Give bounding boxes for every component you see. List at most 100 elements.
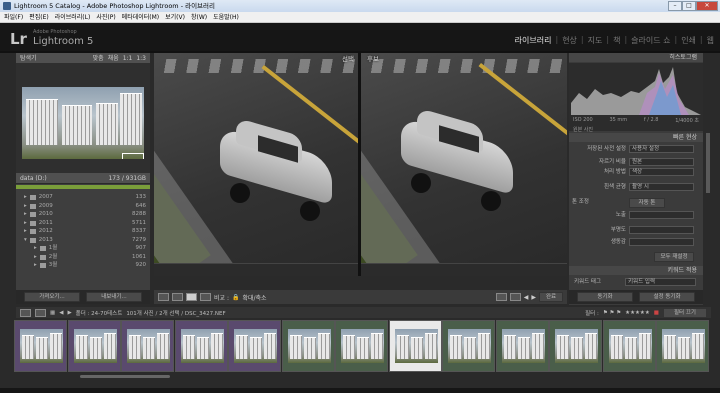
scroll-thumb[interactable] [706, 133, 710, 193]
module-print[interactable]: 인쇄 [681, 35, 696, 46]
quick-develop-header[interactable]: 빠른 현상 [569, 133, 703, 142]
right-panel-scrollbar[interactable] [705, 53, 711, 291]
close-icon[interactable]: ✕ [696, 1, 718, 11]
grid-view-icon[interactable] [158, 293, 169, 301]
lock-icon[interactable]: 🔒 [232, 294, 239, 301]
select-rating-bar[interactable] [154, 263, 358, 276]
module-book[interactable]: 책 [613, 35, 620, 46]
library-toolbar: 비교 : 🔒 확대/축소 ◀ ▶ 완료 [154, 290, 567, 304]
color-filter-icons[interactable]: ■ [654, 310, 659, 316]
keyword-input-select[interactable]: 키워드 입력 [625, 278, 696, 286]
histogram: ISO 200 35 mm f / 2.8 1/4000 초 원본 사진 [569, 63, 703, 133]
star-filter-icons[interactable]: ★★★★★ [625, 310, 650, 316]
folder-icon [29, 195, 36, 200]
folder-row[interactable]: ▸ 2월 1061 [16, 253, 150, 262]
menu-metadata[interactable]: 메타데이터(M) [122, 12, 159, 22]
flag-filter-icons[interactable]: ⚑ ⚑ ⚑ [603, 310, 621, 316]
vibrance-stepper[interactable] [629, 238, 694, 246]
menu-edit[interactable]: 편집(E) [29, 12, 49, 22]
maximize-icon[interactable]: □ [682, 1, 696, 11]
folder-row[interactable]: ▸ 2009 646 [16, 202, 150, 211]
filmstrip-thumbnail[interactable] [174, 320, 228, 372]
filmstrip-thumbnail[interactable] [602, 320, 656, 372]
zoom-1-3[interactable]: 1:3 [136, 53, 146, 63]
minimize-icon[interactable]: – [668, 1, 682, 11]
select-photo[interactable]: 선택 [154, 53, 358, 263]
zoom-options: 맞춤 채움 1:1 1:3 [93, 53, 146, 63]
clarity-stepper[interactable] [629, 226, 694, 234]
candidate-rating-bar[interactable] [361, 263, 567, 276]
module-picker: 라이브러리 | 현상 | 지도 | 책 | 슬라이드 쇼 | 인쇄 | 웹 [514, 35, 714, 46]
crop-select[interactable]: 원본 [629, 158, 694, 166]
folder-row[interactable]: ▾ 2013 7279 [16, 236, 150, 245]
crop-row: 자르기 비율 원본 [572, 158, 694, 167]
module-slideshow[interactable]: 슬라이드 쇼 [631, 35, 670, 46]
filmstrip-thumbnail[interactable] [388, 320, 442, 372]
module-map[interactable]: 지도 [588, 35, 603, 46]
filmstrip-thumbnail[interactable] [67, 320, 121, 372]
navigator-zoom-box[interactable] [122, 153, 144, 159]
preset-select[interactable]: 사용자 설정 [629, 145, 694, 153]
keywording-header[interactable]: 키워드 적용 [569, 266, 703, 275]
grid-small-icon[interactable]: ▦ [50, 310, 55, 316]
swap-icon[interactable] [495, 293, 507, 301]
folder-row[interactable]: ▸ 2007 133 [16, 193, 150, 202]
filmstrip-thumbnail[interactable] [442, 320, 495, 372]
screen-2-icon[interactable] [35, 308, 46, 317]
filmstrip-thumbnail[interactable] [14, 320, 67, 372]
prev-arrow-icon[interactable]: ◀ [524, 294, 529, 301]
menu-help[interactable]: 도움말(H) [213, 12, 239, 22]
screen-1-icon[interactable] [20, 308, 31, 317]
treatment-select[interactable]: 색상 [629, 168, 694, 176]
candidate-photo[interactable]: 후보 [361, 53, 567, 263]
auto-tone-button[interactable]: 자동 톤 [629, 198, 665, 208]
zoom-fill[interactable]: 채움 [108, 53, 119, 63]
import-button[interactable]: 가져오기... [24, 292, 80, 302]
compare-view-icon[interactable] [186, 293, 197, 301]
folder-icon [39, 254, 46, 260]
filmstrip-scrollbar[interactable] [80, 375, 170, 378]
folder-row[interactable]: ▸ 1월 907 [16, 244, 150, 253]
filmstrip-thumbnail[interactable] [281, 320, 335, 372]
exposure-stepper[interactable] [629, 211, 694, 219]
forward-arrow-icon[interactable]: ▶ [67, 310, 71, 316]
filmstrip-thumbnail[interactable] [228, 320, 281, 372]
navigator-preview[interactable] [16, 63, 150, 173]
zoom-1-1[interactable]: 1:1 [123, 53, 133, 63]
filter-off-select[interactable]: 필터 끄기 [663, 307, 707, 318]
sync-metadata-button[interactable]: 동기화 [577, 292, 633, 302]
module-web[interactable]: 웹 [707, 35, 714, 46]
histogram-header[interactable]: 히스토그램 [569, 53, 703, 62]
candidate-label: 후보 [367, 55, 379, 63]
done-button[interactable]: 완료 [539, 292, 563, 302]
export-button[interactable]: 내보내기... [86, 292, 142, 302]
zoom-fit[interactable]: 맞춤 [93, 53, 104, 63]
filmstrip-thumbnail[interactable] [335, 320, 388, 372]
menu-window[interactable]: 창(W) [191, 12, 207, 22]
menu-file[interactable]: 파일(F) [4, 12, 23, 22]
navigator-thumbnail[interactable] [22, 87, 144, 159]
filmstrip-thumbnail[interactable] [656, 320, 709, 372]
menu-photo[interactable]: 사진(P) [96, 12, 115, 22]
filmstrip-thumbnail[interactable] [121, 320, 174, 372]
make-select-icon[interactable] [509, 293, 521, 301]
folder-row[interactable]: ▸ 2012 8337 [16, 227, 150, 236]
filmstrip-thumbnail[interactable] [495, 320, 549, 372]
white-balance-select[interactable]: 촬영 시 [629, 183, 694, 191]
folder-row[interactable]: ▸ 3월 920 [16, 261, 150, 270]
loupe-view-icon[interactable] [172, 293, 183, 301]
module-develop[interactable]: 현상 [562, 35, 577, 46]
folder-row[interactable]: ▸ 2011 5711 [16, 219, 150, 228]
menu-library[interactable]: 라이브러리(L) [55, 12, 91, 22]
back-arrow-icon[interactable]: ◀ [59, 310, 63, 316]
menu-view[interactable]: 보기(V) [165, 12, 185, 22]
module-library[interactable]: 라이브러리 [515, 35, 552, 46]
next-arrow-icon[interactable]: ▶ [531, 294, 536, 301]
catalog-drive-header[interactable]: data (D:) 173 / 931GB [16, 173, 150, 184]
folder-row[interactable]: ▸ 2010 8288 [16, 210, 150, 219]
sync-settings-button[interactable]: 설정 동기화 [639, 292, 695, 302]
folder-source[interactable]: 폴더 : 24-70테스트 [76, 309, 123, 317]
survey-view-icon[interactable] [200, 293, 211, 301]
filmstrip-thumbnail[interactable] [549, 320, 602, 372]
reset-all-button[interactable]: 모두 재설정 [654, 252, 694, 262]
